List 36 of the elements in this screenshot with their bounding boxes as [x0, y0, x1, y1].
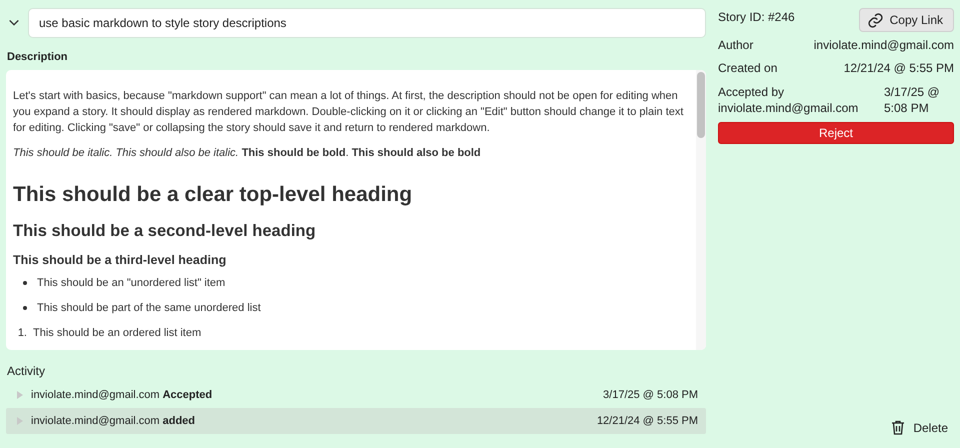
field-value: inviolate.mind@gmail.com: [814, 38, 954, 52]
bullet-icon: [23, 281, 27, 285]
list-number: 1.: [16, 327, 27, 339]
description-paragraph: Let's start with basics, because "markdown support" can mean a lot of things. At first, the description should not be open for editing when you expand a story. It should display as rendered markdown. Double-clicking on it or clicking an "Edit" button should change it to plain text for editing. Clicking "save" or collapsing the story should save it and return to rendered markdown.: [13, 89, 684, 136]
story-title-field[interactable]: use basic markdown to style story descriptions: [28, 8, 706, 38]
bullet-icon: [23, 306, 27, 310]
list-item: This should be part of the same unordered list: [37, 302, 261, 314]
activity-row[interactable]: inviolate.mind@gmail.com Accepted 3/17/25 @ 5:08 PM: [6, 382, 706, 408]
list-item: This should be an "unordered list" item: [37, 277, 226, 289]
activity-time: 3/17/25 @ 5:08 PM: [603, 389, 698, 401]
chevron-icon: [8, 18, 20, 28]
story-id: Story ID: #246: [718, 10, 795, 24]
scrollbar-thumb[interactable]: [697, 72, 705, 138]
activity-text: inviolate.mind@gmail.com Accepted: [31, 389, 214, 401]
caret-icon: [16, 417, 24, 425]
heading: This should be a third-level heading: [13, 253, 228, 267]
section-label: Activity: [7, 364, 46, 378]
heading: This should be a second-level heading: [13, 222, 317, 241]
field-label: Accepted by inviolate.mind@gmail.com: [718, 84, 858, 116]
heading: This should be a clear top-level heading: [13, 183, 414, 207]
trash-icon: [891, 420, 906, 435]
link-icon: [866, 12, 884, 28]
caret-icon: [16, 391, 24, 399]
field-label: Author: [718, 38, 754, 52]
field-label: Created on: [718, 61, 778, 75]
activity-row[interactable]: inviolate.mind@gmail.com added 12/21/24 @ 5:55 PM: [6, 408, 706, 434]
list-item: This should be an ordered list item: [33, 327, 202, 339]
field-value: 12/21/24 @ 5:55 PM: [844, 61, 954, 75]
description-paragraph: This should be italic. This should also be italic. This should be bold. This should also be bold: [13, 146, 482, 161]
activity-text: inviolate.mind@gmail.com added: [31, 415, 196, 427]
activity-time: 12/21/24 @ 5:55 PM: [596, 415, 698, 427]
reject-button[interactable]: Reject: [718, 122, 954, 144]
field-value: 3/17/25 @ 5:08 PM: [884, 84, 941, 116]
delete-button[interactable]: Delete: [885, 419, 954, 436]
section-label: Description: [7, 51, 68, 63]
copy-link-button[interactable]: Copy Link: [858, 8, 954, 32]
